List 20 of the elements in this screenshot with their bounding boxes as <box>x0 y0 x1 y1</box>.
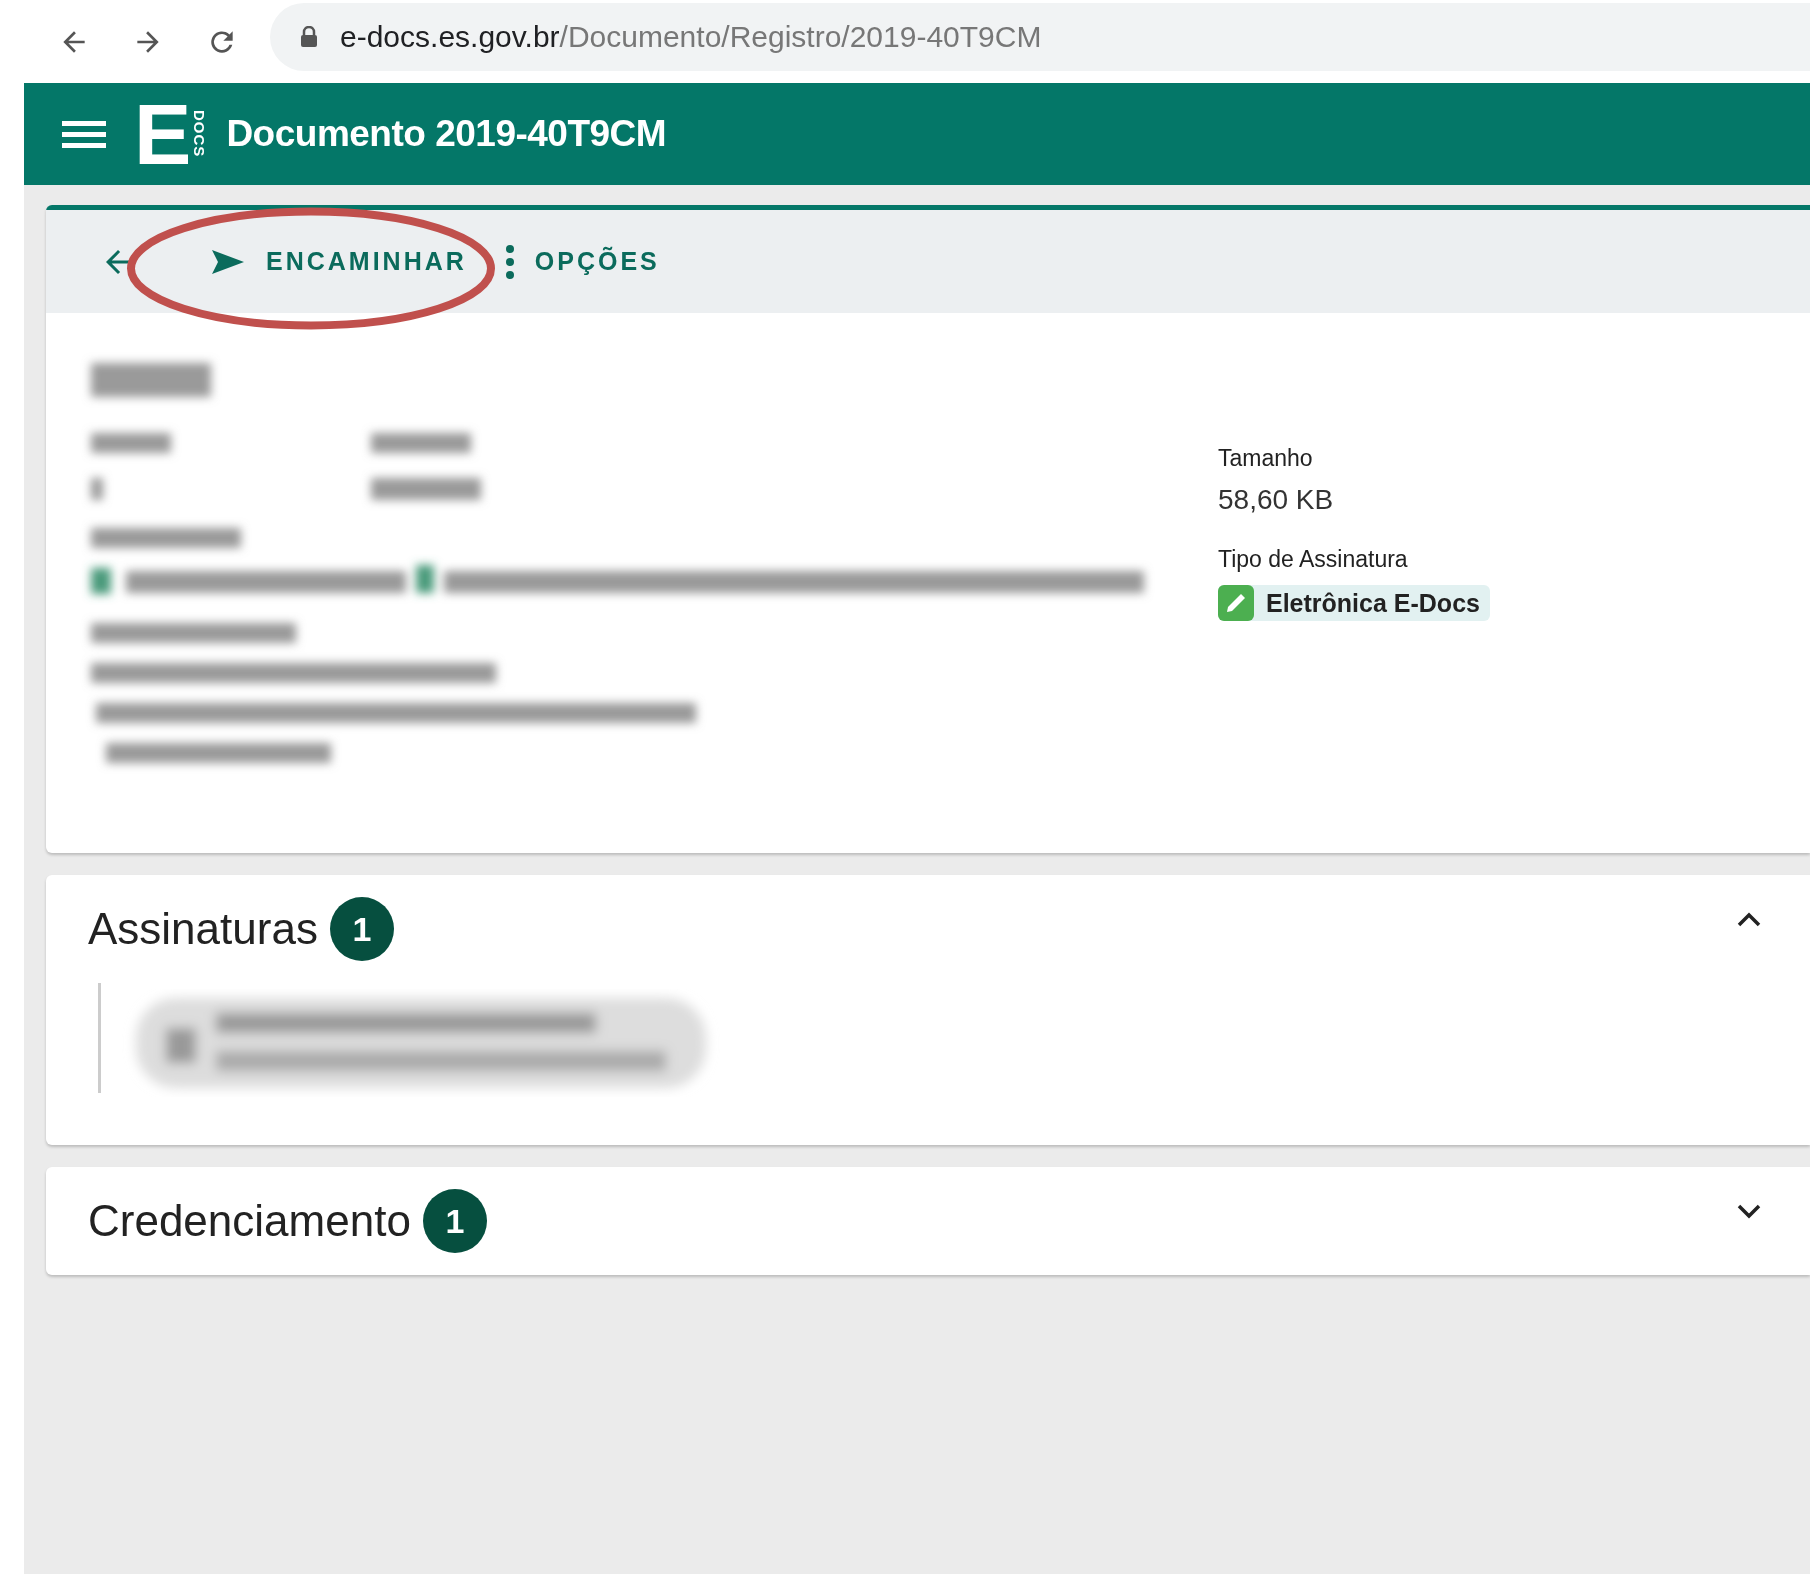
field-label: Tipo de Assinatura <box>1218 546 1408 573</box>
pencil-icon <box>1218 585 1254 621</box>
signature-type-chip: Eletrônica E-Docs <box>1218 585 1490 621</box>
page-title: Documento 2019-40T9CM <box>226 113 667 155</box>
send-icon <box>210 247 246 276</box>
field-value: 58,60 KB <box>1218 484 1334 516</box>
count-badge: 1 <box>329 897 394 961</box>
address-bar[interactable]: e-docs.es.gov.br/Documento/Registro/2019-40T9CM <box>270 2 1810 71</box>
chevron-down-icon[interactable] <box>1736 1202 1762 1220</box>
panel-title[interactable]: Assinaturas <box>88 904 318 954</box>
menu-icon[interactable] <box>62 119 106 149</box>
count-badge: 1 <box>422 1189 487 1253</box>
logo: E DOCS <box>134 91 209 177</box>
lock-icon <box>300 25 318 48</box>
url-text: e-docs.es.gov.br/Documento/Registro/2019-40T9CM <box>340 19 1042 54</box>
panel-title[interactable]: Credenciamento <box>88 1196 411 1246</box>
options-button[interactable]: OPÇÕES <box>498 237 666 286</box>
chevron-up-icon[interactable] <box>1736 910 1762 928</box>
more-vertical-icon <box>504 243 515 280</box>
field-label: Tamanho <box>1218 445 1313 472</box>
